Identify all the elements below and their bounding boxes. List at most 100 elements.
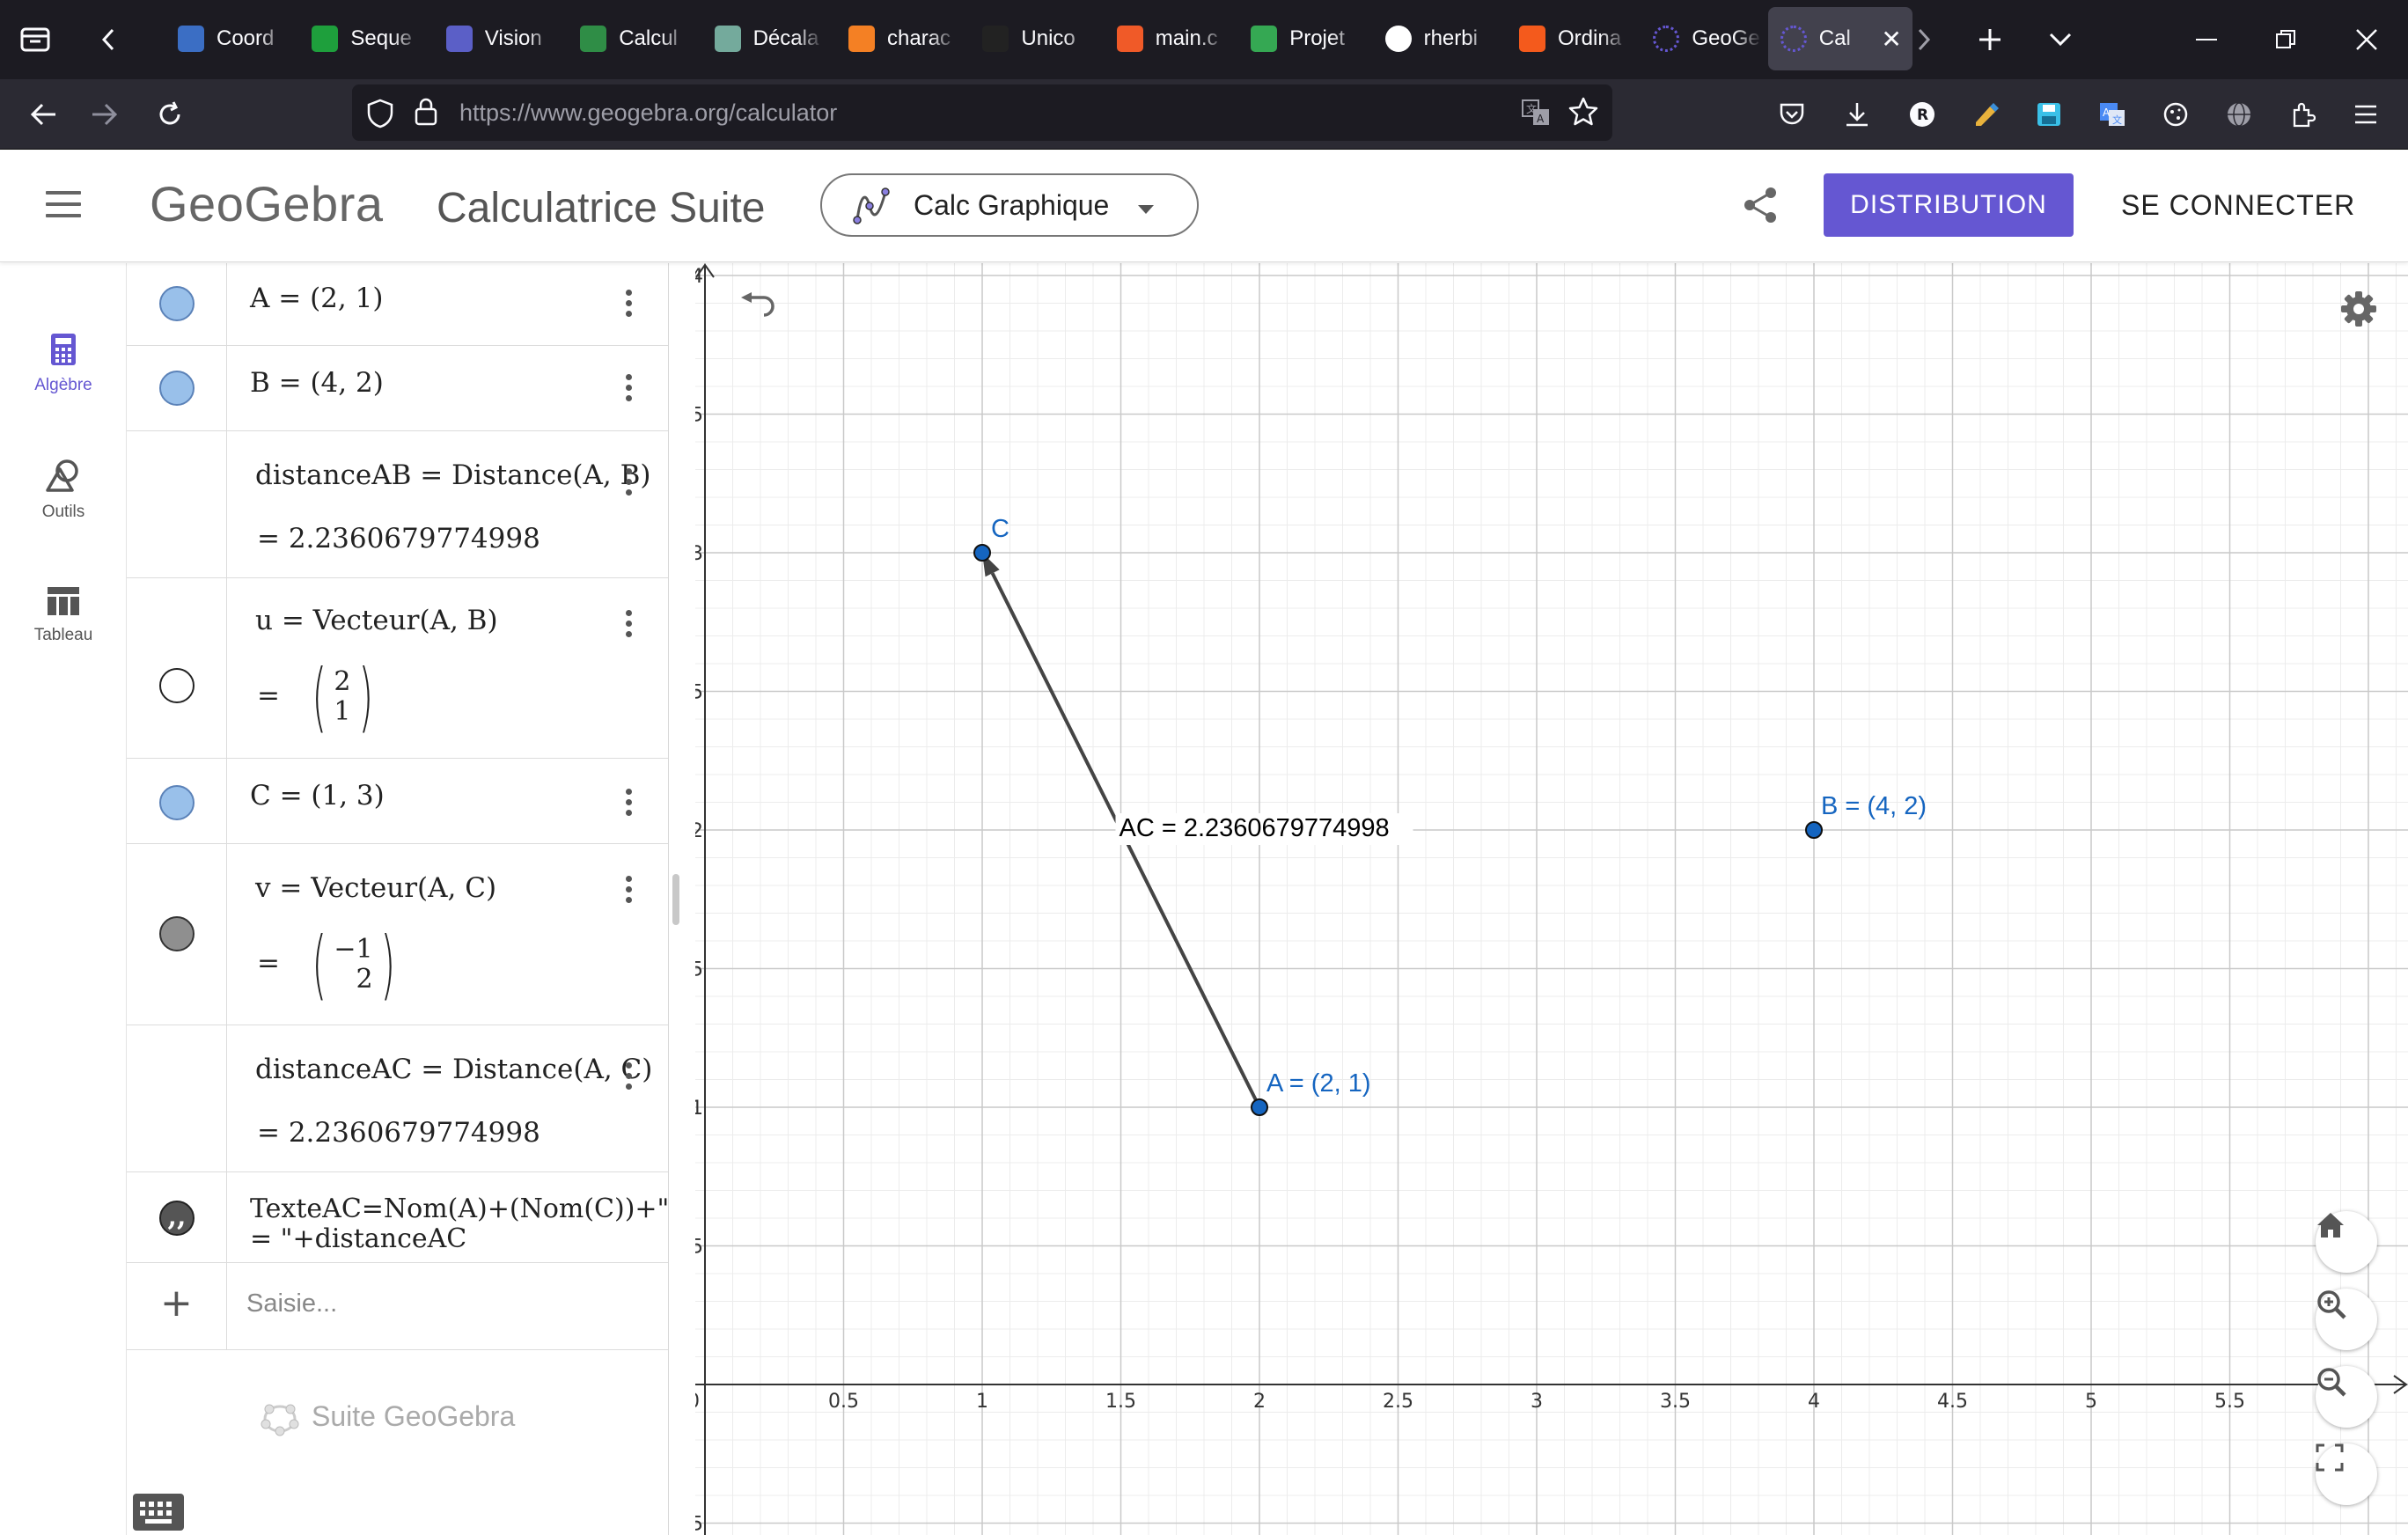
- algebra-input[interactable]: Saisie...: [246, 1289, 337, 1318]
- algebra-input-row[interactable]: + Saisie...: [127, 1263, 668, 1350]
- minimize-icon[interactable]: [2184, 0, 2228, 79]
- tab-favicon-icon: [178, 26, 204, 52]
- rail-item-table[interactable]: Tableau: [0, 585, 127, 645]
- app-menu-icon[interactable]: [2346, 79, 2385, 150]
- algebra-row-distanceAB[interactable]: distanceAB = Distance(A, B) = 2.23606797…: [127, 431, 668, 578]
- fullscreen-button[interactable]: [2316, 1443, 2377, 1505]
- keyboard-icon[interactable]: [133, 1494, 184, 1531]
- forward-icon[interactable]: [83, 79, 127, 150]
- shield-icon[interactable]: [366, 99, 394, 132]
- algebra-row-u[interactable]: u = Vecteur(A, B) = ( 2 1 ): [127, 578, 668, 759]
- more-options-icon[interactable]: [620, 290, 637, 321]
- reload-icon[interactable]: [148, 79, 192, 150]
- more-options-icon[interactable]: [620, 610, 637, 642]
- browser-tab[interactable]: Projet: [1238, 7, 1367, 70]
- browser-tab[interactable]: Vision: [434, 7, 562, 70]
- algebra-expression[interactable]: distanceAB = Distance(A, B): [255, 459, 651, 491]
- browser-tab[interactable]: Décala: [702, 7, 831, 70]
- plus-icon[interactable]: +: [160, 1281, 193, 1326]
- algebra-expression[interactable]: v = Vecteur(A, C): [255, 872, 496, 904]
- browser-tab[interactable]: charac: [836, 7, 965, 70]
- rail-item-tools[interactable]: Outils: [0, 459, 127, 522]
- rail-item-algebra[interactable]: Algèbre: [0, 332, 127, 395]
- share-icon[interactable]: [1741, 186, 1780, 228]
- extension-pencil-icon[interactable]: [1968, 79, 2003, 150]
- algebra-expression[interactable]: distanceAC = Distance(A, C): [255, 1054, 652, 1085]
- url-bar[interactable]: https://www.geogebra.org/calculator 文A: [352, 84, 1612, 141]
- graphics-canvas[interactable]: 00.511.522.533.544.555.566.5-0.50.511.52…: [695, 263, 2408, 1535]
- algebra-row-distanceAC[interactable]: distanceAC = Distance(A, C) = 2.23606797…: [127, 1025, 668, 1172]
- visibility-toggle[interactable]: [159, 286, 195, 321]
- algebra-expression-line2[interactable]: = "+distanceAC: [250, 1223, 466, 1254]
- close-tab-icon[interactable]: ✕: [1881, 25, 1901, 54]
- visibility-toggle[interactable]: [159, 916, 195, 951]
- app-selector-dropdown[interactable]: Calc Graphique: [820, 173, 1199, 237]
- back-icon[interactable]: [21, 79, 65, 150]
- geogebra-logo[interactable]: GeoGebra: [150, 175, 384, 232]
- more-options-icon[interactable]: [620, 374, 637, 406]
- extensions-puzzle-icon[interactable]: [2285, 79, 2320, 150]
- visibility-toggle[interactable]: [159, 785, 195, 820]
- firefox-view-icon[interactable]: [12, 0, 58, 79]
- tab-scroll-left-icon[interactable]: [88, 0, 128, 79]
- text-visibility-toggle[interactable]: ,,: [159, 1201, 195, 1236]
- close-window-icon[interactable]: [2343, 0, 2390, 79]
- more-options-icon[interactable]: [620, 876, 637, 907]
- more-options-icon[interactable]: [620, 1062, 637, 1094]
- main-menu-icon[interactable]: [46, 191, 81, 217]
- svg-text:A: A: [1537, 113, 1545, 125]
- algebra-expression[interactable]: A = (2, 1): [250, 283, 383, 314]
- zoom-in-icon: [2317, 1290, 2346, 1319]
- restore-icon[interactable]: [2262, 0, 2309, 79]
- browser-tab[interactable]: main.c: [1105, 7, 1233, 70]
- extension-save-icon[interactable]: [2031, 79, 2067, 150]
- algebra-row-C[interactable]: C = (1, 3): [127, 759, 668, 844]
- algebra-row-A[interactable]: A = (2, 1): [127, 263, 668, 346]
- cookie-icon[interactable]: [2158, 79, 2193, 150]
- browser-tab[interactable]: Ordina: [1507, 7, 1635, 70]
- algebra-row-TexteAC[interactable]: ,, TexteAC=Nom(A)+(Nom(C))+" = "+distanc…: [127, 1172, 668, 1263]
- tools-shapes-icon: [46, 459, 78, 492]
- algebra-row-B[interactable]: B = (4, 2): [127, 346, 668, 431]
- suite-geogebra-link[interactable]: Suite GeoGebra: [261, 1400, 515, 1436]
- list-all-tabs-icon[interactable]: [2038, 0, 2082, 79]
- globe-extension-icon[interactable]: [2221, 79, 2257, 150]
- algebra-expression[interactable]: TexteAC=Nom(A)+(Nom(C))+": [250, 1193, 668, 1224]
- x-tick-label: 2: [1253, 1391, 1266, 1413]
- browser-tab[interactable]: GeoGe: [1641, 7, 1769, 70]
- lock-icon[interactable]: [414, 97, 438, 130]
- extension-translate-icon[interactable]: A文: [2095, 79, 2130, 150]
- url-text[interactable]: https://www.geogebra.org/calculator: [459, 84, 837, 141]
- extension-r-icon[interactable]: R: [1905, 79, 1940, 150]
- algebra-expression[interactable]: B = (4, 2): [250, 367, 384, 399]
- browser-tab[interactable]: Cal ✕: [1767, 7, 1912, 70]
- browser-tab[interactable]: Calcul: [568, 7, 696, 70]
- zoom-out-button[interactable]: [2316, 1366, 2377, 1428]
- vector-components: 2 1: [334, 667, 350, 727]
- bookmark-star-icon[interactable]: [1568, 97, 1598, 130]
- more-options-icon[interactable]: [620, 468, 637, 500]
- visibility-toggle[interactable]: [159, 371, 195, 406]
- algebra-row-v[interactable]: v = Vecteur(A, C) = ( −1 2 ): [127, 844, 668, 1025]
- visibility-toggle[interactable]: [159, 668, 195, 703]
- translate-page-icon[interactable]: 文A: [1521, 99, 1551, 130]
- algebra-expression[interactable]: C = (1, 3): [250, 780, 385, 812]
- algebra-expression[interactable]: u = Vecteur(A, B): [255, 605, 498, 636]
- more-options-icon[interactable]: [620, 789, 637, 820]
- y-tick-label: 1: [695, 1098, 703, 1120]
- tab-title: Décala: [752, 26, 819, 50]
- algebra-scrollbar[interactable]: [672, 874, 679, 925]
- graphics-view[interactable]: 00.511.522.533.544.555.566.5-0.50.511.52…: [695, 263, 2408, 1535]
- browser-tab[interactable]: Seque: [299, 7, 428, 70]
- browser-tab[interactable]: rherbi: [1373, 7, 1501, 70]
- distribution-button[interactable]: DISTRIBUTION: [1824, 173, 2074, 237]
- tab-scroll-right-icon[interactable]: [1906, 0, 1942, 79]
- pocket-icon[interactable]: [1774, 79, 1810, 150]
- browser-tab[interactable]: Coord: [165, 7, 294, 70]
- downloads-icon[interactable]: [1839, 79, 1875, 150]
- zoom-in-button[interactable]: [2316, 1289, 2377, 1350]
- new-tab-icon[interactable]: [1968, 0, 2012, 79]
- home-button[interactable]: [2316, 1211, 2377, 1273]
- login-button[interactable]: SE CONNECTER: [2121, 173, 2355, 237]
- browser-tab[interactable]: Unico: [970, 7, 1098, 70]
